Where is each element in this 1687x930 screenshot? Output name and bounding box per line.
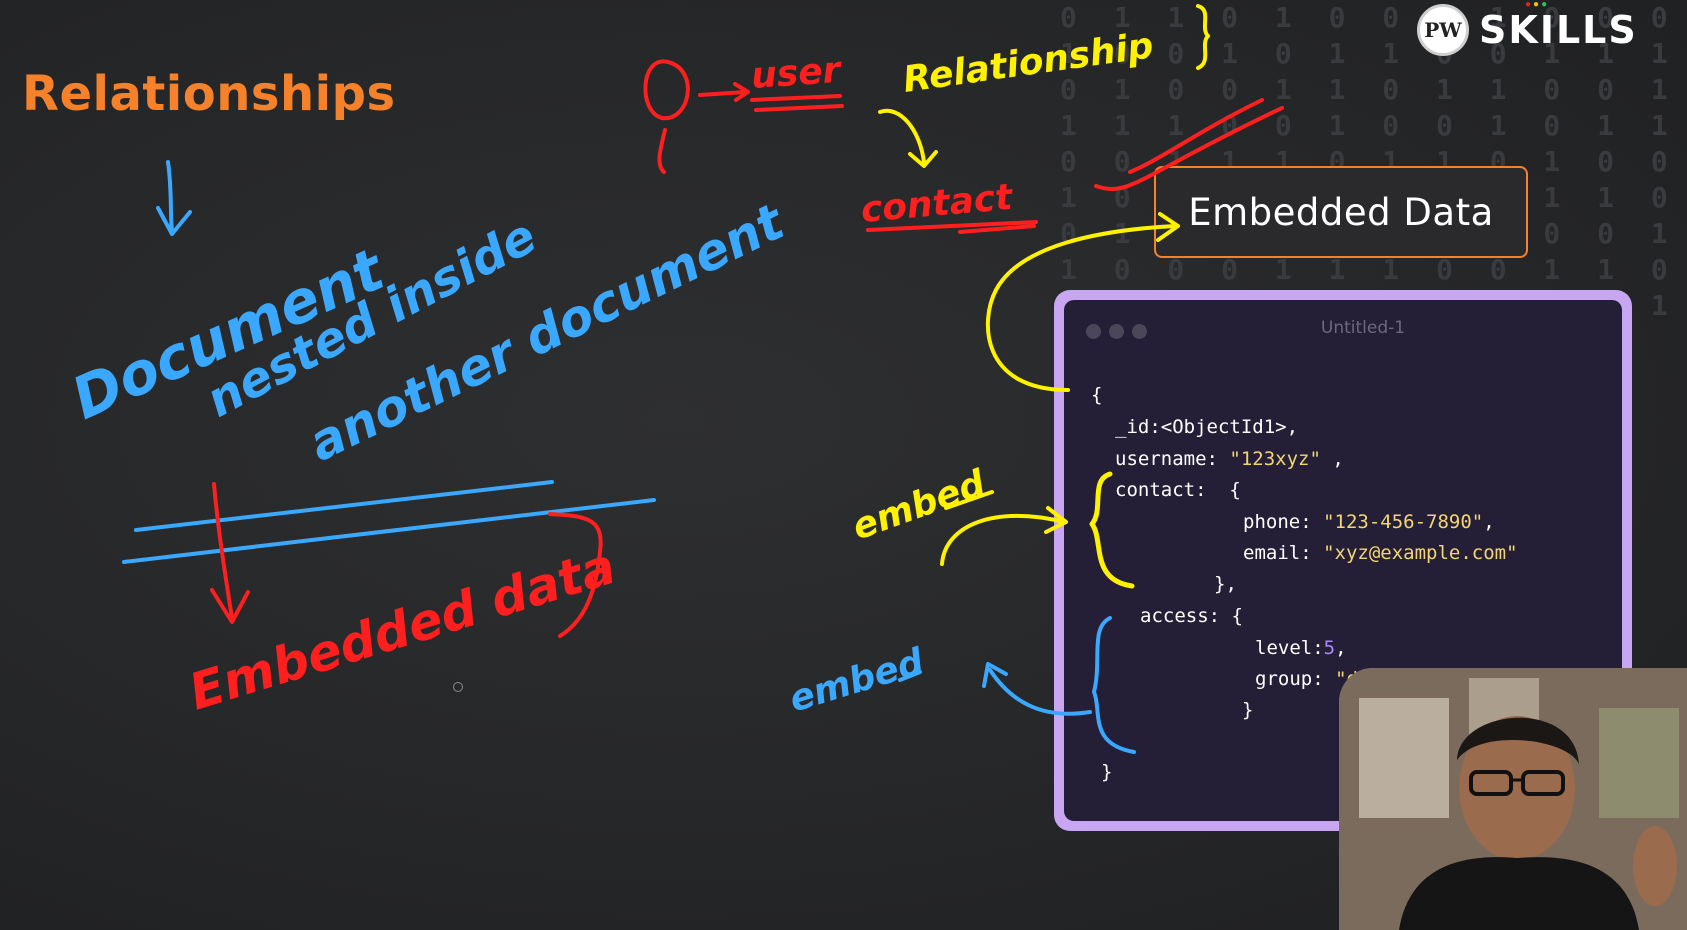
blue-down-arrow <box>156 160 192 236</box>
red-circle <box>643 59 690 121</box>
ink-embed-blue: embed <box>785 641 930 721</box>
ink-user: user <box>750 50 844 97</box>
code-line: email: "xyz@example.com" <box>1243 542 1518 564</box>
ink-document: Document <box>62 235 395 433</box>
pointer-cursor-icon <box>453 682 463 692</box>
red-down-arrow <box>210 482 250 624</box>
red-bracket <box>548 512 603 638</box>
presenter-image <box>1339 668 1687 930</box>
embedded-data-label: Embedded Data <box>1188 190 1494 234</box>
code-line: phone: "123-456-7890", <box>1243 511 1495 533</box>
code-line: contact: { <box>1115 479 1241 501</box>
code-line: access: { <box>1140 605 1243 627</box>
code-line: _id:<ObjectId1>, <box>1115 416 1299 438</box>
window-title: Untitled-1 <box>1320 318 1406 338</box>
blue-line-2 <box>122 498 656 564</box>
yellow-underline-embed <box>944 490 994 510</box>
red-arrow <box>698 82 750 102</box>
ink-nested-inside: nested inside <box>197 208 545 429</box>
ink-embed-yellow: embed <box>847 462 992 548</box>
pw-skills-logo: PW SKILLS ●●● <box>1417 0 1638 58</box>
blue-line-1 <box>134 480 554 532</box>
pw-badge-icon: PW <box>1417 4 1469 56</box>
code-line: } <box>1101 761 1113 783</box>
presenter-webcam <box>1339 668 1687 930</box>
embedded-data-box: Embedded Data <box>1154 166 1528 258</box>
yellow-arrow-embed <box>940 506 1068 566</box>
ink-another-document: another document <box>300 192 795 473</box>
ink-contact: contact <box>859 177 1016 231</box>
code-line: username: "123xyz" , <box>1115 448 1344 470</box>
red-tick <box>657 128 667 174</box>
code-line: { <box>1091 384 1103 406</box>
red-underline-contact <box>866 220 1038 234</box>
blue-underline-embed <box>898 670 922 682</box>
slide-title: Relationships <box>22 66 396 122</box>
ink-embedded-data: Embedded data <box>183 537 622 722</box>
brand-dots-icon: ●●● <box>1525 0 1550 10</box>
red-underline-user <box>750 94 844 112</box>
brand-name: SKILLS <box>1479 8 1638 52</box>
code-line: }, <box>1214 573 1237 595</box>
code-line: } <box>1242 699 1254 721</box>
code-line: level:5, <box>1255 637 1347 659</box>
yellow-arrow-contact <box>878 108 938 168</box>
